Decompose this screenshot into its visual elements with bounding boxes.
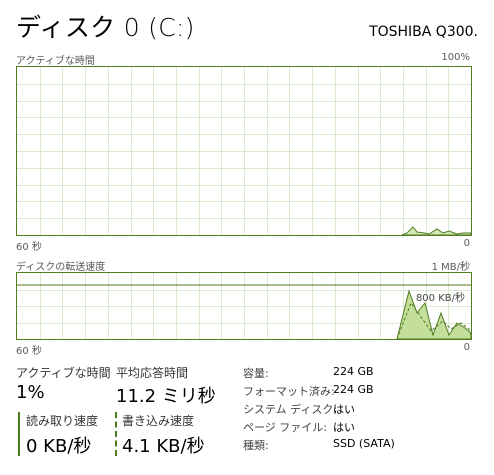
detail-system-disk-label: システム ディスク: xyxy=(243,403,338,416)
active-time-right-time: 0 xyxy=(463,238,470,249)
transfer-graph-label: ディスクの転送速度 xyxy=(16,262,106,273)
active-time-graph xyxy=(16,66,472,236)
transfer-graph: 800 KB/秒 xyxy=(16,272,472,340)
transfer-right-time: 0 xyxy=(463,342,470,353)
disk-model-label: TOSHIBA Q300. xyxy=(369,24,478,40)
transfer-level-label: 800 KB/秒 xyxy=(415,293,465,304)
stat-write-speed-value: 4.1 KB/秒 xyxy=(122,436,205,457)
detail-formatted-label: フォーマット済み: xyxy=(243,385,335,398)
detail-capacity-value: 224 GB xyxy=(333,365,374,378)
detail-type-label: 種類: xyxy=(243,439,269,452)
write-speed-legend-bar xyxy=(115,412,117,456)
stat-response-time-value: 11.2 ミリ秒 xyxy=(116,386,216,407)
stat-read-speed-label: 読み取り速度 xyxy=(26,414,99,428)
read-speed-legend-bar xyxy=(18,412,20,456)
transfer-left-time: 60 秒 xyxy=(16,346,42,357)
active-time-area xyxy=(401,226,471,235)
detail-type-value: SSD (SATA) xyxy=(333,437,395,450)
stat-read-speed-value: 0 KB/秒 xyxy=(26,436,92,457)
transfer-graph-plot xyxy=(17,273,471,339)
detail-formatted-value: 224 GB xyxy=(333,383,374,396)
transfer-max-label: 1 MB/秒 xyxy=(431,262,470,273)
active-time-grid xyxy=(17,67,471,235)
active-time-graph-plot xyxy=(17,67,471,235)
detail-system-disk-value: はい xyxy=(333,403,355,416)
active-time-max-label: 100% xyxy=(441,52,470,63)
page-title: ディスク 0 (C:) xyxy=(16,13,195,42)
detail-page-file-value: はい xyxy=(333,421,355,434)
stat-response-time-label: 平均応答時間 xyxy=(116,366,189,380)
detail-capacity-label: 容量: xyxy=(243,367,269,380)
active-time-left-time: 60 秒 xyxy=(16,242,42,253)
active-time-graph-label: アクティブな時間 xyxy=(16,56,95,67)
stat-write-speed-label: 書き込み速度 xyxy=(122,414,195,428)
detail-page-file-label: ページ ファイル: xyxy=(243,421,327,434)
stat-active-time-value: 1% xyxy=(16,382,45,403)
stat-active-time-label: アクティブな時間 xyxy=(16,366,111,380)
